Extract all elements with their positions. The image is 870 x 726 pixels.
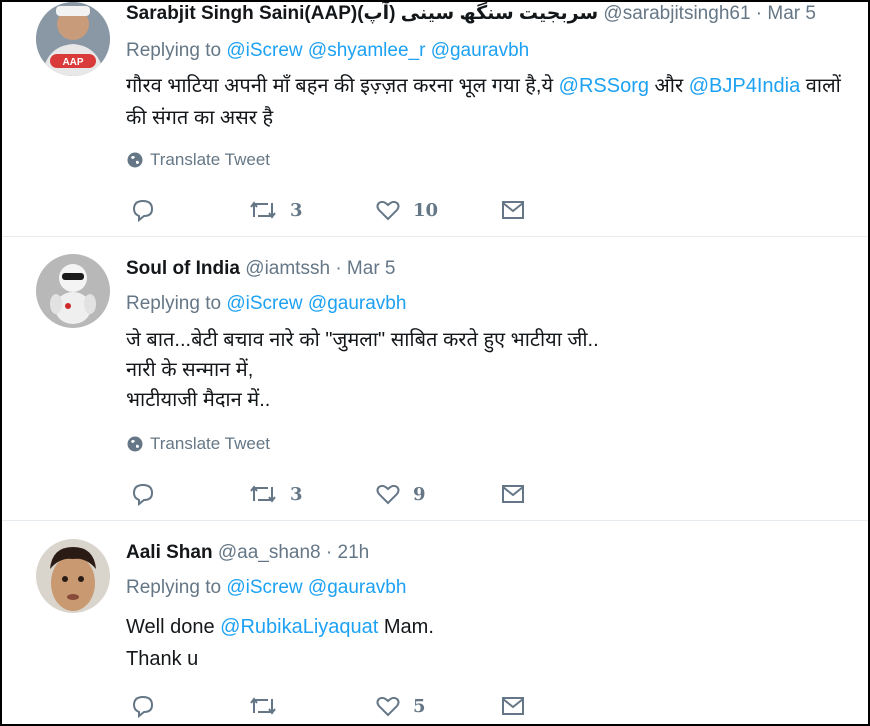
retweet-icon (250, 697, 276, 715)
envelope-icon (502, 201, 524, 219)
retweet-icon (250, 485, 276, 503)
user-handle[interactable]: @iamtssh (245, 258, 330, 279)
tweet-actions: 3 9 (130, 479, 550, 509)
tweet-thread: AAP Sarabjit Singh Saini(AAP)(سربجیت سنگ… (0, 0, 870, 726)
envelope-icon (502, 485, 524, 503)
translate-label: Translate Tweet (150, 150, 271, 169)
tweet-text-line: नारी के सन्मान में, (126, 359, 254, 381)
globe-icon (127, 436, 143, 452)
retweet-count: 3 (290, 483, 303, 505)
tweet-text: Well done @RubikaLiyaquat Mam. Thank u (126, 611, 860, 675)
reply-mention[interactable]: @iScrew (226, 293, 302, 314)
like-count: 5 (413, 695, 426, 717)
like-button[interactable]: 5 (375, 691, 426, 721)
tweet-time[interactable]: · 21h (326, 542, 369, 563)
envelope-icon (502, 697, 524, 715)
reply-button[interactable] (130, 479, 156, 509)
display-name[interactable]: Sarabjit Singh Saini(AAP)(سربجیت سنگھ سی… (126, 3, 598, 24)
direct-message-button[interactable] (500, 691, 526, 721)
translate-tweet-link[interactable]: Translate Tweet (126, 150, 270, 170)
mention-link[interactable]: @RubikaLiyaquat (220, 616, 378, 638)
replying-to-label: Replying to (126, 40, 222, 61)
user-handle[interactable]: @aa_shan8 (218, 542, 321, 563)
retweet-button[interactable]: 3 (248, 479, 303, 509)
like-button[interactable]: 9 (375, 479, 426, 509)
tweet-actions: 5 (130, 691, 550, 721)
heart-icon (376, 484, 400, 505)
replying-to: Replying to @iScrew @shyamlee_r @gauravb… (126, 40, 529, 62)
tweet-text-line: जे बात...बेटी बचाव नारे को "जुमला" साबित… (126, 329, 599, 351)
replying-to: Replying to @iScrew @gauravbh (126, 577, 406, 599)
avatar[interactable]: AAP (36, 2, 110, 76)
heart-icon (376, 200, 400, 221)
tweet: AAP Sarabjit Singh Saini(AAP)(سربجیت سنگ… (2, 2, 868, 237)
like-count: 10 (413, 199, 439, 221)
reply-button[interactable] (130, 195, 156, 225)
tweet-header: Sarabjit Singh Saini(AAP)(سربجیت سنگھ سی… (126, 2, 816, 26)
translate-label: Translate Tweet (150, 434, 271, 453)
display-name[interactable]: Aali Shan (126, 542, 213, 563)
reply-icon (132, 695, 154, 719)
reply-mention[interactable]: @gauravbh (308, 577, 407, 598)
reply-mention[interactable]: @gauravbh (308, 293, 407, 314)
replying-to: Replying to @iScrew @gauravbh (126, 293, 406, 315)
direct-message-button[interactable] (500, 479, 526, 509)
reply-mention[interactable]: @shyamlee_r (308, 40, 426, 61)
avatar[interactable] (36, 539, 110, 613)
tweet-time[interactable]: · Mar 5 (756, 3, 816, 24)
translate-tweet-link[interactable]: Translate Tweet (126, 434, 270, 454)
avatar-badge-text: AAP (62, 57, 83, 68)
tweet-header: Aali Shan @aa_shan8 · 21h (126, 541, 369, 565)
retweet-icon (250, 201, 276, 219)
reply-mention[interactable]: @gauravbh (431, 40, 530, 61)
tweet-actions: 3 10 (130, 195, 550, 225)
reply-mention[interactable]: @iScrew (226, 577, 302, 598)
display-name[interactable]: Soul of India (126, 258, 240, 279)
reply-icon (132, 483, 154, 507)
tweet-text-part: गौरव भाटिया अपनी माँ बहन की इज़्ज़त करना… (126, 75, 559, 97)
globe-icon (127, 152, 143, 168)
reply-mention[interactable]: @iScrew (226, 40, 302, 61)
tweet: Aali Shan @aa_shan8 · 21h Replying to @i… (2, 521, 868, 724)
mention-link[interactable]: @RSSorg (559, 75, 649, 97)
replying-to-label: Replying to (126, 293, 222, 314)
tweet-text-line: भाटीयाजी मैदान में.. (126, 389, 271, 411)
direct-message-button[interactable] (500, 195, 526, 225)
tweet-text-part: Well done (126, 616, 221, 638)
reply-button[interactable] (130, 691, 156, 721)
tweet-header: Soul of India @iamtssh · Mar 5 (126, 257, 396, 281)
like-count: 9 (413, 483, 426, 505)
reply-icon (132, 199, 154, 223)
tweet-text: गौरव भाटिया अपनी माँ बहन की इज़्ज़त करना… (126, 70, 860, 134)
avatar[interactable] (36, 254, 110, 328)
retweet-count: 3 (290, 199, 303, 221)
user-handle[interactable]: @sarabjitsingh61 (603, 3, 750, 24)
mention-link[interactable]: @BJP4India (689, 75, 800, 97)
tweet-text-line: Thank u (126, 648, 199, 670)
heart-icon (376, 696, 400, 717)
like-button[interactable]: 10 (375, 195, 438, 225)
tweet-text-part: और (648, 75, 689, 97)
retweet-button[interactable] (248, 691, 290, 721)
tweet-text-line: Well done @RubikaLiyaquat Mam. (126, 611, 860, 643)
tweet-time[interactable]: · Mar 5 (335, 258, 395, 279)
retweet-button[interactable]: 3 (248, 195, 303, 225)
tweet-text-part: Mam. (378, 616, 434, 638)
tweet: Soul of India @iamtssh · Mar 5 Replying … (2, 237, 868, 521)
replying-to-label: Replying to (126, 577, 222, 598)
tweet-text: जे बात...बेटी बचाव नारे को "जुमला" साबित… (126, 325, 860, 415)
